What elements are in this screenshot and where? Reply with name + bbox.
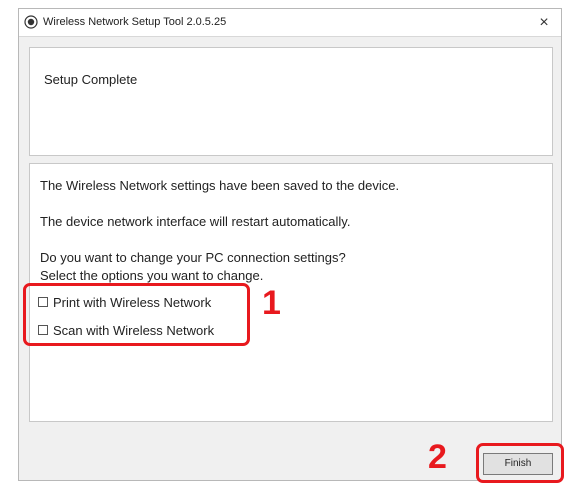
step-2-label: 2 — [428, 438, 447, 476]
finish-highlight-box — [476, 443, 564, 483]
restart-message: The device network interface will restar… — [40, 214, 351, 229]
question-line-1: Do you want to change your PC connection… — [40, 250, 346, 265]
question-line-2: Select the options you want to change. — [40, 268, 264, 283]
title-bar: Wireless Network Setup Tool 2.0.5.25 × — [19, 9, 561, 37]
window-title: Wireless Network Setup Tool 2.0.5.25 — [43, 16, 227, 28]
app-icon — [24, 15, 38, 29]
step-1-label: 1 — [262, 284, 281, 322]
setup-tool-window: Wireless Network Setup Tool 2.0.5.25 × S… — [18, 8, 562, 481]
close-icon[interactable]: × — [533, 12, 555, 34]
options-highlight-box — [23, 283, 250, 346]
page-title: Setup Complete — [44, 72, 138, 87]
header-panel: Setup Complete — [29, 47, 553, 156]
saved-message: The Wireless Network settings have been … — [40, 178, 400, 193]
